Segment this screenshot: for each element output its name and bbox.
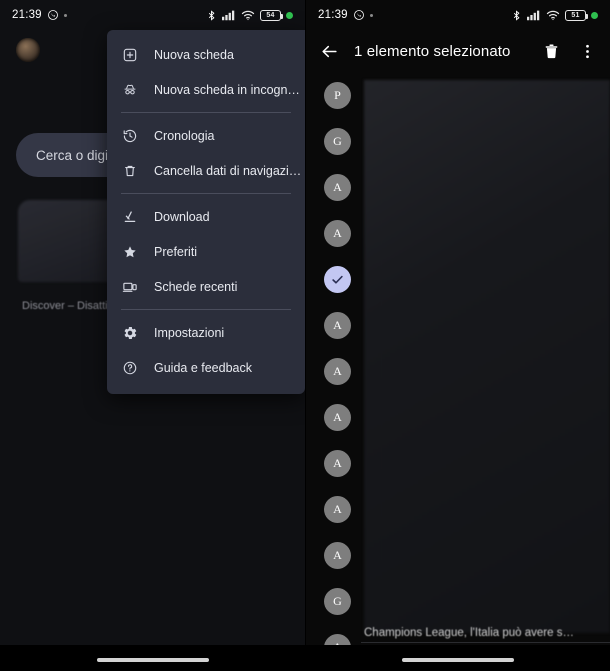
- selected-check-icon[interactable]: [324, 265, 351, 293]
- menu-item-label: Guida e feedback: [154, 360, 252, 375]
- menu-item-label: Download: [154, 209, 210, 224]
- green-dot-icon: [591, 11, 598, 19]
- list-item[interactable]: A: [306, 486, 610, 532]
- list-item[interactable]: G: [306, 578, 610, 624]
- menu-item-new-tab[interactable]: Nuova scheda: [107, 37, 305, 72]
- list-item[interactable]: A: [306, 302, 610, 348]
- list-item[interactable]: G: [306, 118, 610, 164]
- avatar[interactable]: A: [324, 633, 351, 645]
- list-item-selected[interactable]: [306, 256, 610, 302]
- menu-item-help-and-feedback[interactable]: Guida e feedback: [107, 350, 305, 385]
- trash-icon: [121, 162, 138, 179]
- avatar[interactable]: A: [324, 449, 351, 477]
- status-dot: [369, 13, 373, 17]
- history-list: P G A A A A A A A A G A: [306, 72, 610, 645]
- menu-item-recent-tabs[interactable]: Schede recenti: [107, 269, 305, 304]
- gesture-nav-bar: [306, 645, 610, 671]
- download-icon: [121, 208, 138, 225]
- star-icon: [121, 243, 138, 260]
- recent-tabs-icon: [121, 278, 138, 295]
- status-bar: 21:39: [306, 0, 610, 30]
- home-gesture-pill[interactable]: [96, 658, 209, 662]
- whatsapp-icon: [353, 9, 365, 21]
- avatar[interactable]: [16, 38, 40, 62]
- history-icon: [121, 127, 138, 144]
- menu-item-label: Preferiti: [154, 244, 198, 259]
- menu-item-label: Impostazioni: [154, 325, 225, 340]
- avatar[interactable]: P: [324, 81, 351, 109]
- wifi-icon: [546, 9, 560, 21]
- overflow-menu: Nuova scheda Nuova scheda in incogn… Cro…: [107, 30, 305, 394]
- trash-icon[interactable]: [540, 40, 562, 62]
- status-bar-right: 54: [206, 9, 293, 22]
- wifi-icon: [241, 9, 255, 21]
- avatar[interactable]: G: [324, 127, 351, 155]
- menu-item-label: Nuova scheda: [154, 47, 234, 62]
- battery-icon: 54: [260, 9, 283, 21]
- avatar[interactable]: A: [324, 311, 351, 339]
- right-phone-screen: P G A A A A A A A A G A: [305, 0, 610, 671]
- whatsapp-icon: [47, 9, 59, 21]
- status-bar-right: 51: [511, 9, 598, 22]
- menu-item-label: Cronologia: [154, 128, 215, 143]
- dual-screenshot-stage: G Cerca o digita un URL Discover – Disat…: [0, 0, 610, 671]
- list-item[interactable]: A: [306, 440, 610, 486]
- menu-item-settings[interactable]: Impostazioni: [107, 315, 305, 350]
- avatar[interactable]: A: [324, 495, 351, 523]
- selection-app-bar: 1 elemento selezionato: [306, 30, 610, 72]
- gear-icon: [121, 324, 138, 341]
- menu-item-label: Schede recenti: [154, 279, 238, 294]
- menu-divider: [121, 309, 291, 310]
- avatar[interactable]: G: [324, 587, 351, 615]
- list-item[interactable]: P: [306, 72, 610, 118]
- status-bar-left: 21:39: [12, 9, 67, 21]
- page-title: 1 elemento selezionato: [354, 42, 511, 60]
- bluetooth-icon: [206, 9, 217, 22]
- back-arrow-icon[interactable]: [318, 40, 340, 62]
- list-item[interactable]: A: [306, 164, 610, 210]
- cellular-signal-icon: [222, 9, 236, 21]
- menu-item-clear-browsing-data[interactable]: Cancella dati di navigazi…: [107, 153, 305, 188]
- menu-item-label: Cancella dati di navigazi…: [154, 163, 302, 178]
- avatar[interactable]: A: [324, 173, 351, 201]
- menu-item-bookmarks[interactable]: Preferiti: [107, 234, 305, 269]
- clock: 21:39: [12, 9, 42, 21]
- avatar[interactable]: A: [324, 403, 351, 431]
- help-icon: [121, 359, 138, 376]
- history-list-screen: P G A A A A A A A A G A: [306, 0, 610, 671]
- menu-divider: [121, 112, 291, 113]
- battery-level: 54: [266, 11, 275, 19]
- new-tab-icon: [121, 46, 138, 63]
- list-item[interactable]: A: [306, 394, 610, 440]
- status-bar-left: 21:39: [318, 9, 373, 21]
- more-vertical-icon[interactable]: [576, 40, 598, 62]
- list-divider: [361, 642, 610, 643]
- list-item[interactable]: A: [306, 348, 610, 394]
- home-gesture-pill[interactable]: [402, 658, 514, 662]
- avatar[interactable]: A: [324, 541, 351, 569]
- menu-divider: [121, 193, 291, 194]
- list-item-title: Champions League, l'Italia può avere s…: [364, 627, 574, 639]
- menu-item-new-incognito-tab[interactable]: Nuova scheda in incogn…: [107, 72, 305, 107]
- status-bar: 21:39: [0, 0, 305, 30]
- gesture-nav-bar: [0, 645, 305, 671]
- list-item[interactable]: A: [306, 210, 610, 256]
- incognito-icon: [121, 81, 138, 98]
- clock: 21:39: [318, 9, 348, 21]
- battery-level: 51: [571, 11, 580, 19]
- battery-icon: 51: [565, 9, 588, 21]
- menu-item-history[interactable]: Cronologia: [107, 118, 305, 153]
- avatar[interactable]: A: [324, 219, 351, 247]
- cellular-signal-icon: [527, 9, 541, 21]
- avatar[interactable]: A: [324, 357, 351, 385]
- list-item[interactable]: A: [306, 532, 610, 578]
- menu-item-downloads[interactable]: Download: [107, 199, 305, 234]
- left-phone-screen: G Cerca o digita un URL Discover – Disat…: [0, 0, 305, 671]
- green-dot-icon: [286, 11, 293, 19]
- menu-item-label: Nuova scheda in incogn…: [154, 82, 300, 97]
- status-dot: [63, 13, 67, 17]
- bluetooth-icon: [511, 9, 522, 22]
